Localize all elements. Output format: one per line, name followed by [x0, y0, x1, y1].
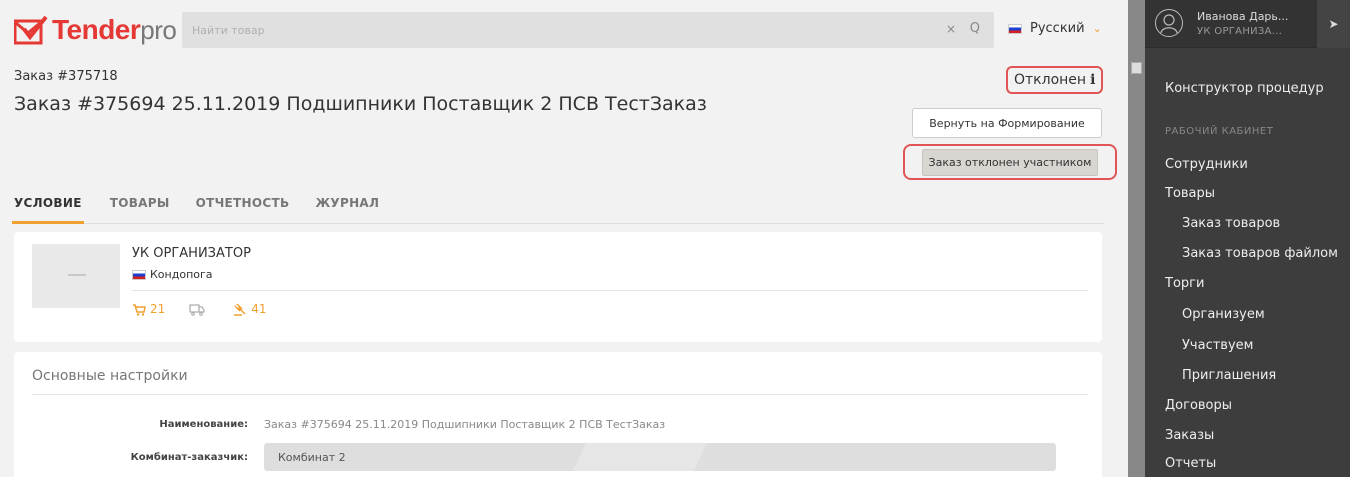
tab-condition[interactable]: УСЛОВИЕ: [12, 188, 84, 224]
panel-splitter[interactable]: [1128, 0, 1145, 477]
logo-brand-text: Tender: [52, 14, 141, 45]
city-label: Кондопога: [150, 268, 213, 281]
sidebar-item-goods[interactable]: Товары: [1165, 186, 1215, 201]
sidebar-item-order-goods-file[interactable]: Заказ товаров файлом: [1182, 246, 1338, 261]
sidebar-item-orders[interactable]: Заказы: [1165, 428, 1214, 443]
name-value: Заказ #375694 25.11.2019 Подшипники Пост…: [264, 418, 666, 431]
order-number: Заказ #375718: [14, 69, 118, 84]
rejected-by-participant-highlight: Заказ отклонен участником: [903, 144, 1117, 180]
russia-flag-icon: [1008, 23, 1022, 34]
user-name: Иванова Дарь...: [1197, 10, 1289, 23]
organization-city: Кондопога: [132, 268, 213, 281]
envelope-check-icon: [14, 15, 48, 45]
sidebar-item-reports[interactable]: Отчеты: [1165, 456, 1216, 471]
top-bar: Tenderpro × Q Русский ⌄: [0, 0, 1128, 62]
search-icon[interactable]: Q: [970, 21, 980, 36]
sidebar-item-contracts[interactable]: Договоры: [1165, 398, 1232, 413]
organization-card: УК ОРГАНИЗАТОР Кондопога 21 41: [14, 232, 1102, 342]
auction-stat[interactable]: 41: [233, 302, 267, 316]
plant-label: Комбинат-заказчик:: [130, 452, 248, 463]
main-content: Заказ #375718 Заказ #375694 25.11.2019 П…: [0, 62, 1128, 477]
cart-icon: [132, 303, 150, 316]
logo-suffix-text: pro: [140, 15, 177, 45]
clear-icon[interactable]: ×: [946, 22, 956, 36]
rejected-by-participant-button[interactable]: Заказ отклонен участником: [921, 148, 1099, 176]
name-label: Наименование:: [159, 419, 248, 430]
main-settings-card: Основные настройки Наименование: Заказ #…: [14, 352, 1102, 477]
plant-select[interactable]: Комбинат 2: [264, 443, 1056, 471]
avatar-icon: [1155, 9, 1183, 37]
tab-journal[interactable]: ЖУРНАЛ: [315, 188, 379, 224]
status-text: Отклонен: [1014, 72, 1087, 88]
sidebar-item-order-goods[interactable]: Заказ товаров: [1182, 216, 1280, 231]
divider: [132, 290, 1088, 291]
sidebar-section-cabinet: РАБОЧИЙ КАБИНЕТ: [1165, 126, 1274, 137]
language-selector[interactable]: Русский ⌄: [1008, 21, 1102, 36]
logout-icon[interactable]: ➤: [1317, 0, 1350, 48]
sidebar-item-invitations[interactable]: Приглашения: [1182, 368, 1276, 383]
russia-flag-icon: [132, 269, 146, 280]
section-title: Основные настройки: [32, 368, 188, 384]
auction-gavel-icon: [233, 302, 251, 316]
tab-bar: УСЛОВИЕ ТОВАРЫ ОТЧЕТНОСТЬ ЖУРНАЛ: [12, 188, 1104, 224]
sidebar: Иванова Дарь... УК ОРГАНИЗА... ➤ Констру…: [1145, 0, 1350, 477]
page-title: Заказ #375694 25.11.2019 Подшипники Пост…: [14, 93, 707, 115]
organization-name[interactable]: УК ОРГАНИЗАТОР: [132, 246, 251, 261]
tab-reports[interactable]: ОТЧЕТНОСТЬ: [196, 188, 290, 224]
search-input[interactable]: [182, 12, 902, 48]
return-to-forming-button[interactable]: Вернуть на Формирование: [912, 108, 1102, 138]
status-badge: Отклонен i: [1006, 66, 1104, 94]
info-icon[interactable]: i: [1090, 72, 1095, 88]
truck-stat[interactable]: [189, 303, 209, 316]
organization-stats: 21 41: [132, 302, 291, 316]
chevron-down-icon: ⌄: [1092, 22, 1102, 35]
truck-icon: [189, 303, 209, 316]
cart-stat[interactable]: 21: [132, 302, 165, 316]
search-box: × Q: [182, 12, 994, 48]
sidebar-item-constructor[interactable]: Конструктор процедур: [1165, 81, 1324, 96]
sidebar-item-employees[interactable]: Сотрудники: [1165, 157, 1248, 172]
sidebar-item-participate[interactable]: Участвуем: [1182, 338, 1253, 353]
sidebar-item-trades[interactable]: Торги: [1165, 276, 1204, 291]
cart-count: 21: [150, 302, 166, 316]
tenderpro-logo[interactable]: Tenderpro: [14, 12, 177, 48]
user-organization: УК ОРГАНИЗА...: [1197, 26, 1283, 37]
sidebar-item-organize[interactable]: Организуем: [1182, 307, 1265, 322]
language-label: Русский: [1030, 21, 1085, 36]
auction-count: 41: [251, 302, 267, 316]
divider: [32, 394, 1088, 395]
splitter-grip-icon[interactable]: [1131, 62, 1142, 74]
user-box[interactable]: Иванова Дарь... УК ОРГАНИЗА... ➤: [1145, 0, 1350, 48]
tab-goods[interactable]: ТОВАРЫ: [110, 188, 170, 224]
organization-logo-placeholder: [32, 244, 120, 308]
